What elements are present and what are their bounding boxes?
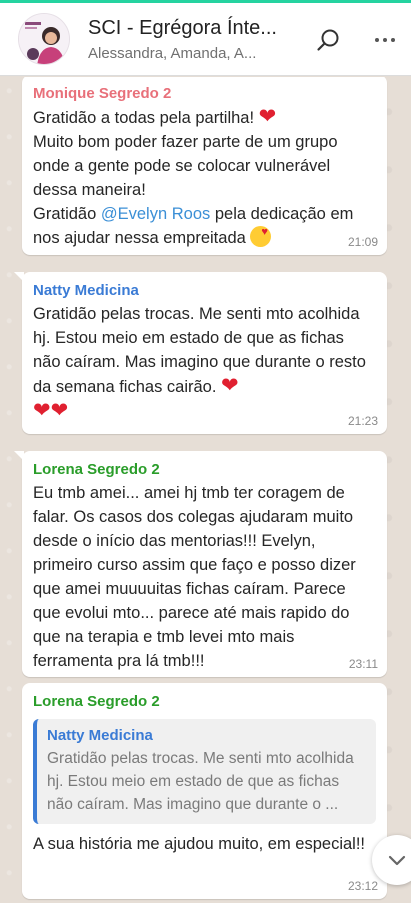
message-time: 23:12 bbox=[347, 879, 378, 893]
chat-participants[interactable]: Alessandra, Amanda, A... bbox=[88, 43, 268, 65]
chevron-down-icon bbox=[388, 855, 406, 866]
message-bubble[interactable]: Lorena Segredo 2 Natty Medicina Gratidão… bbox=[22, 683, 387, 899]
mention-link[interactable]: @Evelyn Roos bbox=[101, 205, 210, 223]
avatar-image bbox=[19, 14, 69, 64]
search-button[interactable] bbox=[312, 23, 346, 57]
message-bubble[interactable]: Lorena Segredo 2 Eu tmb amei... amei hj … bbox=[14, 451, 387, 677]
message-sender[interactable]: Lorena Segredo 2 bbox=[33, 691, 376, 713]
message-sender[interactable]: Monique Segredo 2 bbox=[33, 83, 376, 105]
message-bubble[interactable]: Natty Medicina Gratidão pelas trocas. Me… bbox=[14, 272, 387, 434]
more-vert-icon bbox=[375, 38, 395, 42]
message-time: 21:23 bbox=[347, 414, 378, 428]
message-sender[interactable]: Natty Medicina bbox=[33, 280, 376, 302]
message-line: Gratidão bbox=[33, 205, 101, 223]
message-time: 21:09 bbox=[347, 235, 378, 249]
heart-emoji: ❤ bbox=[258, 105, 277, 128]
heart-emoji: ❤ bbox=[221, 374, 239, 397]
message-line: Gratidão pelas trocas. Me senti mto acol… bbox=[33, 305, 371, 396]
chat-title[interactable]: SCI - Egrégora Ínte... bbox=[88, 15, 278, 41]
message-text: A sua história me ajudou muito, em espec… bbox=[33, 835, 366, 853]
heart-emoji: ❤❤ bbox=[33, 399, 69, 422]
message-sender[interactable]: Lorena Segredo 2 bbox=[33, 459, 376, 481]
message-time: 23:11 bbox=[348, 657, 378, 671]
search-icon bbox=[317, 29, 339, 51]
message-text: Gratidão a todas pela partilha! ❤ Muito … bbox=[33, 105, 376, 250]
message-line: Muito bom poder fazer parte de um grupo … bbox=[33, 133, 343, 199]
smiling-face-with-hearts-emoji bbox=[250, 220, 272, 247]
chat-header[interactable]: SCI - Egrégora Ínte... Alessandra, Amand… bbox=[0, 3, 411, 76]
message-line: Gratidão a todas pela partilha! bbox=[33, 109, 259, 127]
message-bubble[interactable]: Monique Segredo 2 Gratidão a todas pela … bbox=[22, 77, 387, 255]
group-avatar[interactable] bbox=[18, 13, 70, 65]
quoted-message[interactable]: Natty Medicina Gratidão pelas trocas. Me… bbox=[33, 719, 376, 824]
message-text: Gratidão pelas trocas. Me senti mto acol… bbox=[33, 302, 376, 424]
quoted-text: Gratidão pelas trocas. Me senti mto acol… bbox=[47, 750, 354, 813]
more-options-button[interactable] bbox=[368, 23, 402, 57]
quoted-sender: Natty Medicina bbox=[47, 727, 153, 744]
message-list[interactable]: Monique Segredo 2 Gratidão a todas pela … bbox=[0, 77, 411, 903]
message-text: Eu tmb amei... amei hj tmb ter coragem d… bbox=[33, 484, 361, 670]
